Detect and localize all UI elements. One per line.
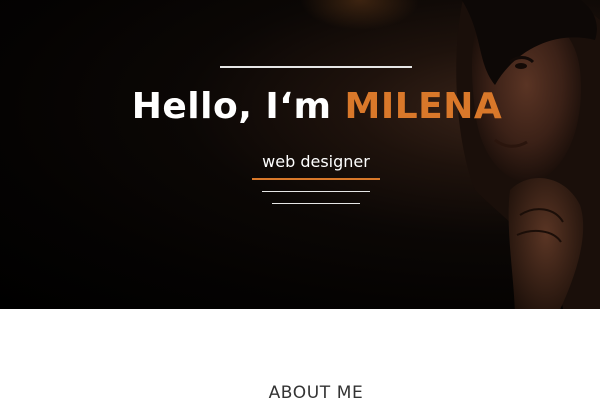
portrait-image [456, 0, 600, 309]
greeting-text: Hello, I‘m [131, 86, 345, 127]
subtitle-divider-1 [262, 191, 370, 192]
about-heading: ABOUT ME [268, 383, 364, 400]
hero-subtitle: web designer [262, 152, 370, 171]
top-divider [220, 66, 412, 68]
hero-name: MILENA [344, 86, 503, 127]
hero-heading: Hello, I‘m MILENA [0, 86, 600, 127]
subtitle-divider-2 [272, 203, 360, 204]
hero-section: Hello, I‘m MILENA web designer [0, 0, 600, 309]
about-section: ABOUT ME [0, 309, 600, 400]
background-light-glow [300, 0, 420, 30]
subtitle-underline [252, 178, 380, 180]
